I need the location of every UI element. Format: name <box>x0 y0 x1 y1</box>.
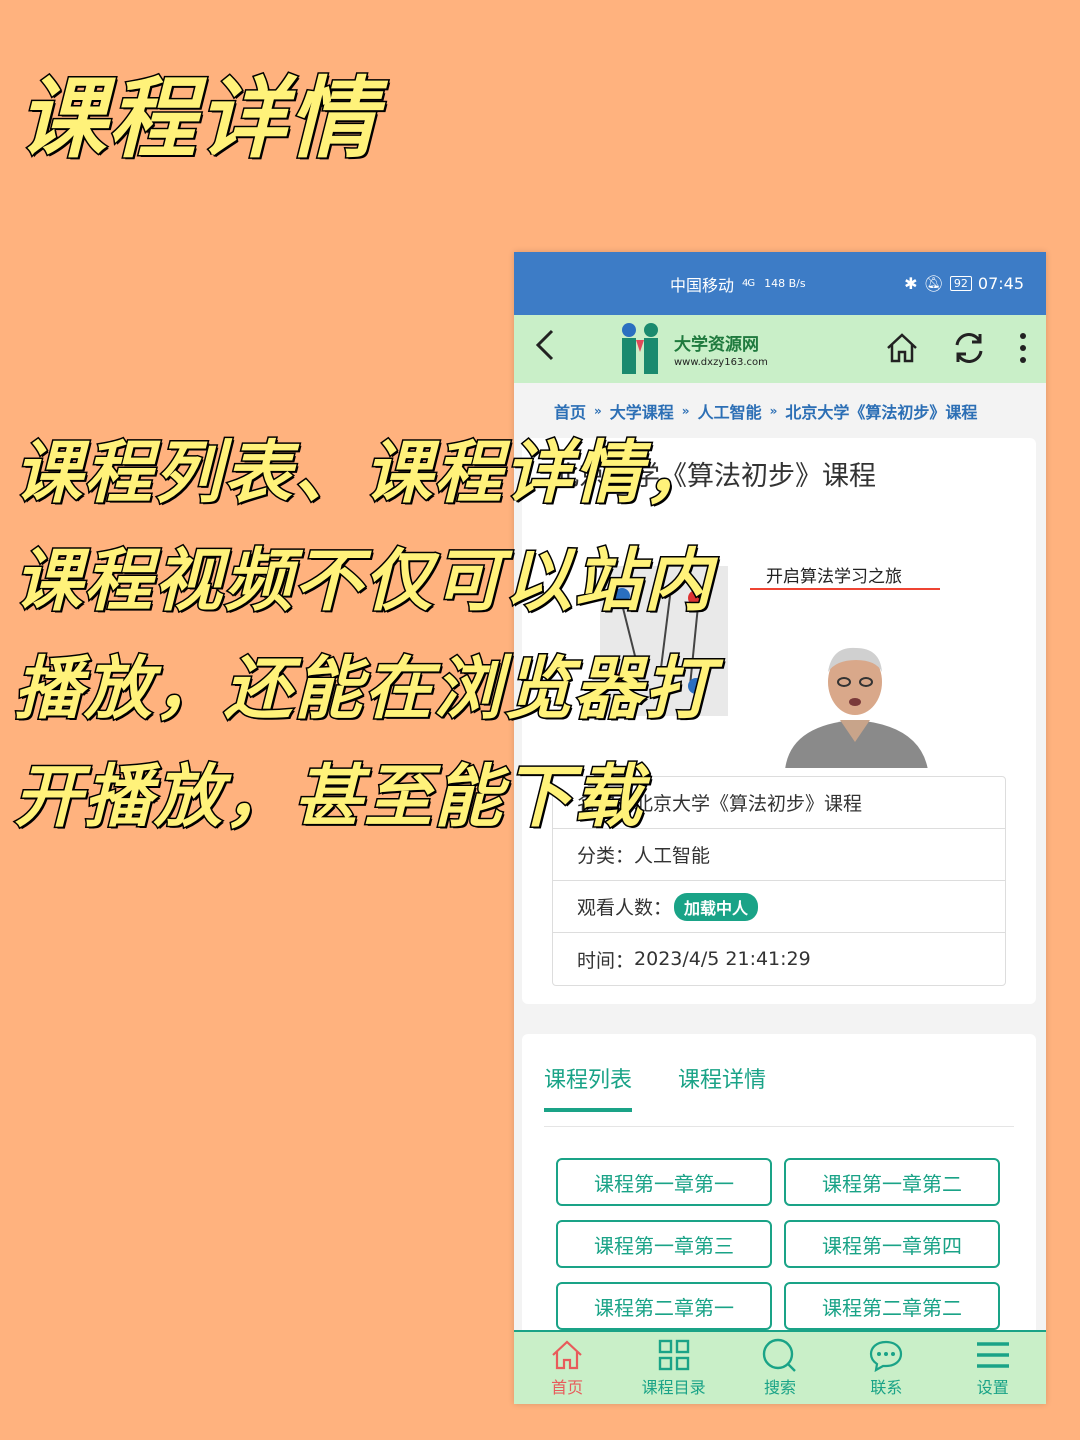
nav-label: 首页 <box>551 1378 584 1397</box>
qr-grid-icon <box>658 1339 689 1371</box>
breadcrumb-separator-icon: » <box>769 404 778 418</box>
chapter-button[interactable]: 课程第一章第一 <box>556 1158 772 1206</box>
refresh-icon <box>955 333 983 363</box>
clock: 07:45 <box>977 274 1024 293</box>
nav-settings[interactable]: 设置 <box>943 1338 1043 1398</box>
chapter-button[interactable]: 课程第二章第一 <box>556 1282 772 1330</box>
tab-divider <box>544 1126 1014 1127</box>
carrier-label: 中国移动 <box>670 275 735 295</box>
info-value: 2023/4/5 21:41:29 <box>634 948 811 970</box>
net-speed: 148 B/s <box>764 277 806 290</box>
logo-url: www.dxzy163.com <box>674 357 768 368</box>
back-button[interactable] <box>532 327 572 372</box>
home-button[interactable] <box>884 330 920 366</box>
home-icon <box>552 1340 582 1370</box>
breadcrumb-separator-icon: » <box>594 404 602 418</box>
bottom-navigation: 首页 课程目录 搜索 联系 设置 <box>514 1330 1046 1404</box>
nav-home[interactable]: 首页 <box>517 1338 617 1398</box>
menu-icon <box>976 1342 1009 1368</box>
chapter-button[interactable]: 课程第一章第三 <box>556 1220 772 1268</box>
battery-indicator: 92 <box>949 276 972 291</box>
tab-course-details[interactable]: 课程详情 <box>678 1062 766 1112</box>
chapter-list: 课程第一章第一 课程第一章第二 课程第一章第三 课程第一章第四 课程第二章第一 … <box>556 1158 1002 1330</box>
tab-course-list[interactable]: 课程列表 <box>544 1062 633 1112</box>
info-row-time: 时间： 2023/4/5 21:41:29 <box>553 933 1005 985</box>
site-logo[interactable]: 大学资源网 www.dxzy163.com <box>614 320 768 378</box>
nav-label: 搜索 <box>763 1378 796 1397</box>
nav-label: 设置 <box>976 1378 1009 1397</box>
chapter-button[interactable]: 课程第一章第四 <box>784 1220 1000 1268</box>
overlay-line: 开播放，甚至能下载 <box>13 757 645 839</box>
bluetooth-icon: ✱ <box>904 274 918 293</box>
views-badge: 加载中人 <box>674 892 759 921</box>
info-row-views: 观看人数： 加载中人 <box>553 881 1005 933</box>
breadcrumb-separator-icon: » <box>681 404 690 418</box>
overlay-line: 课程视频不仅可以站内 <box>13 541 715 623</box>
refresh-button[interactable] <box>950 329 988 367</box>
chapter-button[interactable]: 课程第二章第二 <box>784 1282 1000 1330</box>
overlay-description: 课程列表、课程详情， 课程视频不仅可以站内 播放，还能在浏览器打 开播放，甚至能… <box>13 420 804 852</box>
more-menu-button[interactable] <box>1018 330 1028 366</box>
overlay-line: 课程列表、课程详情， <box>13 433 715 515</box>
overlay-line: 播放，还能在浏览器打 <box>13 649 715 731</box>
chevron-left-icon <box>535 329 554 360</box>
more-vertical-icon <box>1020 333 1026 363</box>
nav-catalog[interactable]: 课程目录 <box>624 1338 724 1398</box>
signal-icon: 4G <box>742 278 755 289</box>
mute-icon: 🔕︎ <box>923 274 944 293</box>
logo-icon <box>614 320 670 378</box>
logo-name: 大学资源网 <box>674 335 759 355</box>
chat-bubble-icon <box>870 1340 903 1372</box>
home-icon <box>887 333 917 363</box>
app-top-bar: 大学资源网 www.dxzy163.com <box>514 315 1046 383</box>
nav-label: 课程目录 <box>641 1378 706 1397</box>
nav-label: 联系 <box>870 1378 903 1397</box>
status-bar: 中国移动 4G 148 B/s ✱ 🔕︎ 92 07:45 <box>514 252 1046 315</box>
nav-contact[interactable]: 联系 <box>836 1338 936 1398</box>
search-icon <box>762 1338 796 1372</box>
info-label: 时间： <box>577 949 635 972</box>
nav-search[interactable]: 搜索 <box>730 1338 830 1398</box>
overlay-title: 课程详情 <box>16 66 379 172</box>
chapter-button[interactable]: 课程第一章第二 <box>784 1158 1000 1206</box>
breadcrumb-current[interactable]: 北京大学《算法初步》课程 <box>785 399 977 423</box>
info-label: 观看人数： <box>577 897 673 919</box>
tab-bar: 课程列表 课程详情 <box>544 1062 766 1112</box>
